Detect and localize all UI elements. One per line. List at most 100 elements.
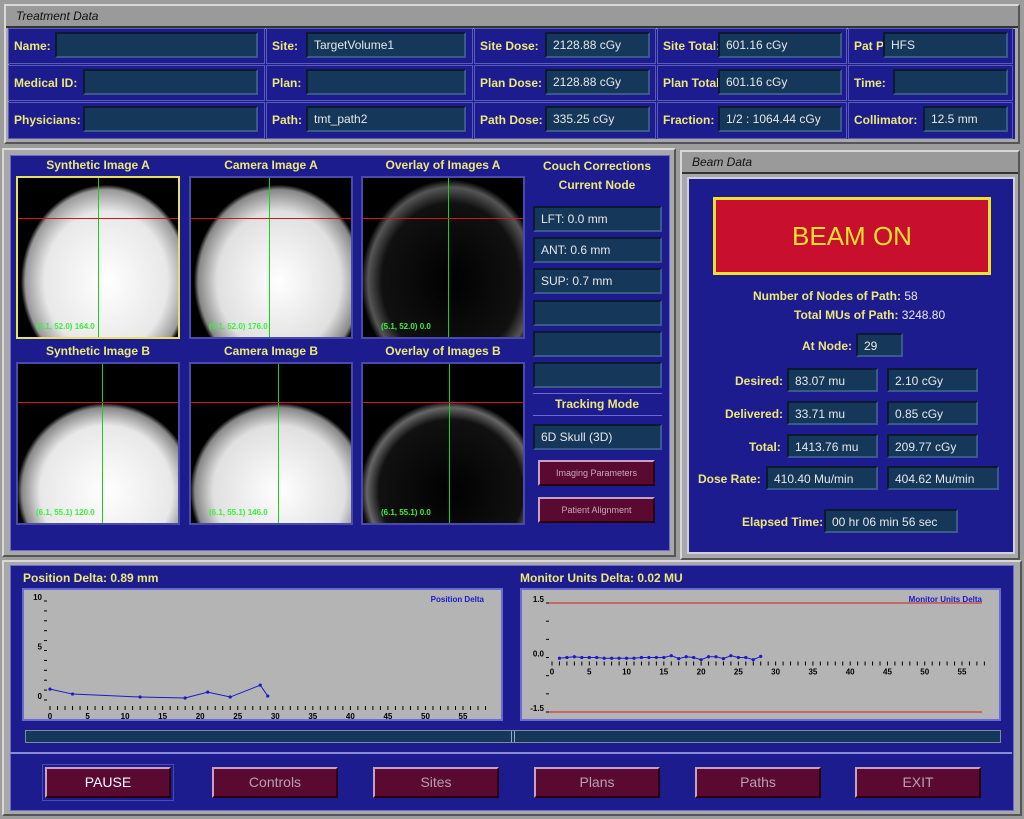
series-line [49,684,269,699]
at-node-value: 29 [856,333,903,357]
plan-dose-field: 2128.88 cGy [545,69,650,95]
x-tick-label: 40 [346,712,355,721]
y-tick-label: 5 [38,643,43,652]
chart-legend: Monitor Units Delta [909,595,983,604]
time-label: Time: [854,76,886,90]
total-label: Total: [749,440,781,454]
path-dose-field: 335.25 cGy [545,106,650,132]
empty-correction-3 [533,362,662,388]
y-tick-label: 0.0 [533,650,545,659]
scrollbar-thumb[interactable] [511,731,515,742]
treatment-data-title: Treatment Data [6,6,1018,28]
at-node-label: At Node: [802,339,852,353]
cam-b-image[interactable]: (6.1, 55.1) 146.0 [189,362,353,525]
path-label: Path: [272,113,302,127]
crosshair-horizontal [191,218,351,219]
crosshair-horizontal [363,402,523,403]
chart-legend: Position Delta [431,595,485,604]
progress-scrollbar[interactable] [25,730,1001,743]
desired-mu: 83.07 mu [787,368,878,392]
x-tick-label: 45 [383,712,392,721]
fraction-field: 1/2 : 1064.44 cGy [718,106,842,132]
x-tick-label: 30 [771,668,780,677]
medical-id-field [83,69,258,95]
plans-button[interactable]: Plans [534,767,660,798]
data-point [587,655,591,660]
data-point [258,683,262,687]
mu-delta-chart: 0 5 10 15 20 25 30 35 40 45 50 55 -1.5 0.0 1.5 Monitor … [520,588,1001,721]
data-point [729,654,733,658]
data-point [677,656,681,661]
data-point [751,658,755,662]
exit-button[interactable]: EXIT [855,767,981,798]
paths-button[interactable]: Paths [695,767,821,798]
data-point [183,696,187,700]
elapsed-time-label: Elapsed Time: [742,515,824,529]
x-tick-label: 15 [158,712,167,721]
crosshair-horizontal [18,218,178,219]
beam-on-indicator: BEAM ON [713,197,991,275]
tracking-mode-value: 6D Skull (3D) [533,424,662,450]
data-point [624,656,629,660]
data-point [759,654,763,659]
syn-b-image[interactable]: (6.1, 55.1) 120.0 [16,362,180,525]
empty-correction-2 [533,331,662,357]
x-tick-label: 10 [121,712,130,721]
data-point [699,658,703,662]
cam-b-label: Camera Image B [223,344,319,358]
crosshair-vertical [278,364,279,523]
data-point [580,655,584,660]
crosshair-vertical [98,178,99,337]
pause-button[interactable]: PAUSE [45,767,171,798]
data-point [565,655,569,660]
x-tick-label: 5 [85,712,90,721]
x-tick-label: 0 [550,668,555,677]
plan-total-label: Plan Total: [663,76,724,90]
elapsed-time-value: 00 hr 06 min 56 sec [824,509,958,533]
x-tick-label: 50 [920,668,929,677]
x-tick-label: 50 [421,712,430,721]
data-point [228,695,232,699]
data-point [639,655,644,660]
sites-button[interactable]: Sites [373,767,499,798]
x-tick-label: 20 [196,712,205,721]
time-field [893,69,1008,95]
delivered-mu: 33.71 mu [787,401,878,425]
dose-rate-2: 404.62 Mu/min [887,466,999,490]
physicians-label: Physicians: [14,113,81,127]
syn-a-label: Synthetic Image A [46,158,150,172]
cam-a-image[interactable]: (5.1, 52.0) 176.0 [189,176,353,339]
medical-id-label: Medical ID: [14,76,78,90]
ovl-a-image[interactable]: (5.1, 52.0) 0.0 [361,176,525,339]
nodes-label: Number of Nodes of Path: 58 [753,289,918,303]
syn-a-image[interactable]: (5.1, 52.0) 164.0 [16,176,180,339]
data-point [602,656,606,660]
data-point [706,655,711,659]
site-total-label: Site Total: [663,39,721,53]
ovl-b-coordinate: (6.1, 55.1) 0.0 [381,508,431,517]
total-mus-value: 3248.80 [901,308,946,322]
plan-dose-label: Plan Dose: [480,76,543,90]
ovl-b-image[interactable]: (6.1, 55.1) 0.0 [361,362,525,525]
plan-label: Plan: [272,76,302,90]
couch-corrections-title: Couch Corrections [542,159,651,173]
plan-total-field: 601.16 cGy [718,69,842,95]
data-point [654,655,658,660]
ovl-b-label: Overlay of Images B [385,344,501,358]
controls-button[interactable]: Controls [212,767,338,798]
path-field: tmt_path2 [306,106,466,132]
dose-rate-label: Dose Rate: [698,472,761,486]
total-mus-label-text: Total MUs of Path: [794,308,899,322]
crosshair-vertical [448,178,449,337]
data-point [206,690,210,694]
lft-correction: LFT: 0.0 mm [533,206,662,232]
imaging-parameters-button[interactable]: Imaging Parameters [538,460,655,486]
total-mu: 1413.76 mu [787,434,878,458]
data-point [662,655,666,660]
nodes-label-text: Number of Nodes of Path: [753,289,902,303]
patient-alignment-button[interactable]: Patient Alignment [538,497,655,523]
x-tick-label: 30 [271,712,280,721]
x-tick-label: 0 [48,712,53,721]
delivered-label: Delivered: [725,407,784,421]
cam-a-coordinate: (5.1, 52.0) 176.0 [209,322,268,331]
